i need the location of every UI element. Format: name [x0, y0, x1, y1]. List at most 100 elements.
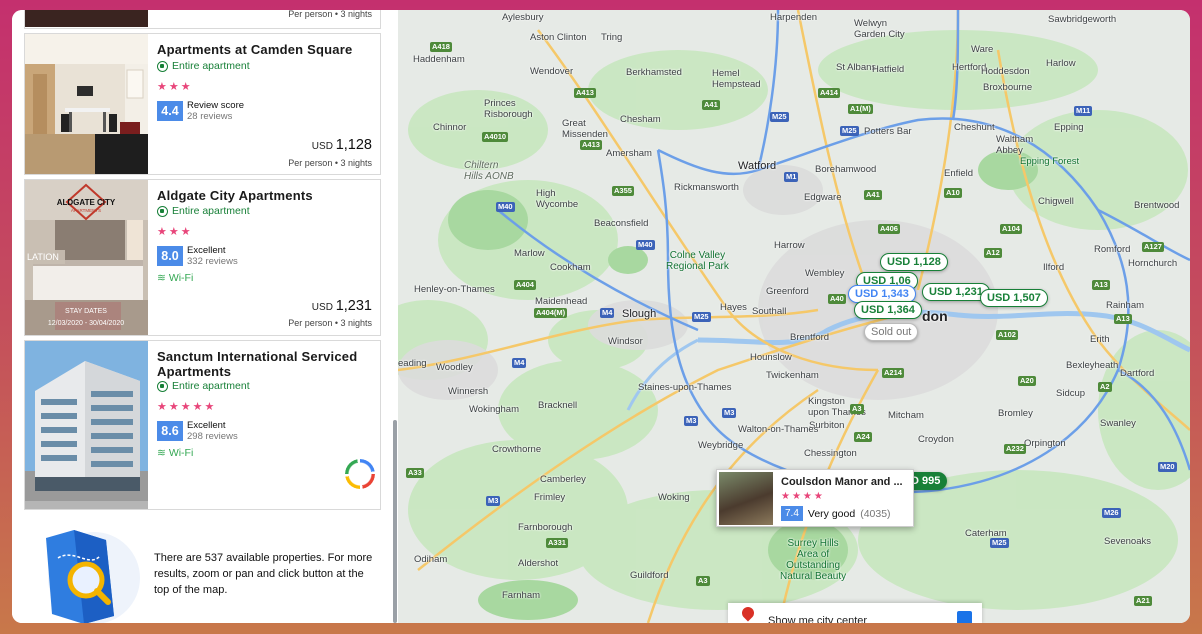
place-label: Haddenham	[413, 54, 465, 65]
place-label: Chigwell	[1038, 196, 1074, 207]
place-label: Farnborough	[518, 522, 573, 533]
place-label: Rainham	[1106, 300, 1145, 311]
city-center-checkbox[interactable]	[957, 611, 972, 623]
amenity-wifi: ≋ Wi-Fi	[157, 272, 193, 284]
price: USD 1,128	[312, 137, 372, 153]
road-shield: A355	[612, 186, 634, 196]
property-photo: ALDGATE CITY APARTMENTS LATION STAY DATE…	[25, 180, 148, 335]
road-shield: A214	[882, 368, 904, 378]
place-label: High Wycombe	[536, 188, 579, 210]
property-name[interactable]: Apartments at Camden Square	[157, 42, 372, 57]
review-count: (4035)	[860, 507, 891, 520]
wifi-icon: ≋	[157, 447, 166, 459]
place-label: Epping	[1054, 122, 1084, 133]
place-label: Chiltern Hills AONB	[464, 160, 514, 182]
place-label: Aston Clinton	[530, 32, 587, 43]
place-label: Camberley	[540, 474, 586, 485]
photo-text-left: LATION	[27, 252, 59, 262]
place-label: Princes Risborough	[484, 98, 533, 120]
road-shield: A41	[864, 190, 882, 200]
review-score: 7.4 Very good (4035)	[781, 506, 891, 521]
place-label: Wokingham	[469, 404, 519, 415]
road-shield: A24	[854, 432, 872, 442]
place-label: Watford	[738, 160, 777, 172]
price-pin-1507[interactable]: USD 1,507	[980, 289, 1048, 307]
place-label: Hayes	[720, 302, 747, 313]
road-shield: A13	[1092, 280, 1110, 290]
place-label: Swanley	[1100, 418, 1136, 429]
road-shield: A331	[546, 538, 568, 548]
apartment-icon	[157, 205, 168, 217]
price-pin-1128[interactable]: USD 1,128	[880, 253, 948, 271]
road-shield: A404	[514, 280, 536, 290]
property-card-sanctum[interactable]: Sanctum International Serviced Apartment…	[24, 340, 381, 510]
property-popup[interactable]: Coulsdon Manor and ... ★★★★ 7.4 Very goo…	[716, 469, 914, 527]
place-label: Wendover	[530, 66, 574, 77]
property-card-camden-square[interactable]: Apartments at Camden Square Entire apart…	[24, 33, 381, 175]
property-name[interactable]: Sanctum International Serviced Apartment…	[157, 349, 372, 379]
property-type: Entire apartment	[157, 205, 250, 217]
photo-stay-dates-title: STAY DATES	[65, 308, 107, 315]
place-label: Aldershot	[518, 558, 559, 569]
place-label: Bracknell	[538, 400, 578, 411]
place-label: Windsor	[608, 336, 643, 347]
city-center-label: Show me city center	[768, 615, 868, 623]
property-card-aldgate-city[interactable]: ALDGATE CITY APARTMENTS LATION STAY DATE…	[24, 179, 381, 336]
property-name[interactable]: Coulsdon Manor and ...	[781, 476, 911, 488]
place-label: Dartford	[1120, 368, 1155, 379]
road-shield: M11	[1074, 106, 1093, 116]
road-shield: A413	[580, 140, 602, 150]
place-label: Hemel Hempstead	[712, 68, 761, 90]
place-label: Surrey Hills Area of Outstanding Natural…	[780, 538, 847, 582]
road-shield: M40	[496, 202, 515, 212]
property-name[interactable]: Aldgate City Apartments	[157, 188, 372, 203]
per-person-note: Per person • 3 nights	[288, 158, 372, 168]
road-shield: M20	[1158, 462, 1177, 472]
place-label: Chessington	[804, 448, 857, 459]
place-label: Chesham	[620, 114, 661, 125]
apartment-icon	[157, 60, 168, 72]
road-shield: A3	[850, 404, 864, 414]
road-shield: A413	[574, 88, 596, 98]
road-shield: A127	[1142, 242, 1164, 252]
map-search-illustration-icon	[34, 528, 144, 623]
place-label: Hounslow	[750, 352, 792, 363]
place-label: Bromley	[998, 408, 1033, 419]
road-shield: M25	[770, 112, 789, 122]
price-pin-1364[interactable]: USD 1,364	[854, 301, 922, 319]
place-label: Hoddesdon	[981, 66, 1030, 77]
property-photo	[719, 472, 773, 525]
city-center-toggle[interactable]: Show me city center	[728, 603, 982, 623]
place-label: Frimley	[534, 492, 566, 503]
price-pin-sold-out[interactable]: Sold out	[864, 323, 919, 341]
road-shield: A414	[818, 88, 840, 98]
place-label: Waltham Abbey	[996, 134, 1034, 156]
road-shield: M25	[840, 126, 859, 136]
place-label: Greenford	[766, 286, 809, 297]
score-label: Review score	[187, 100, 245, 111]
property-card-partial[interactable]: Per person • 3 nights	[24, 10, 381, 29]
place-label: Cookham	[550, 262, 591, 273]
place-label: Sevenoaks	[1104, 536, 1152, 547]
property-type: Entire apartment	[157, 380, 250, 392]
review-count: 298 reviews	[187, 431, 238, 442]
place-label: Southall	[752, 306, 787, 317]
review-count: 332 reviews	[187, 256, 238, 267]
property-list: Per person • 3 nights Apartments at Camd…	[12, 10, 398, 623]
place-label: Brentwood	[1134, 200, 1180, 211]
place-label: Sidcup	[1056, 388, 1086, 399]
road-shield: M1	[784, 172, 799, 182]
place-label: Hornchurch	[1128, 258, 1178, 269]
place-label: Cheshunt	[954, 122, 995, 133]
availability-info: There are 537 available properties. For …	[24, 520, 381, 623]
place-label: Broxbourne	[983, 82, 1033, 93]
review-score: 8.6 Excellent 298 reviews	[157, 420, 238, 442]
place-label: Rickmansworth	[674, 182, 739, 193]
place-label: Tring	[601, 32, 623, 43]
map-view[interactable]: Aylesbury Harpenden Welwyn Garden City W…	[398, 10, 1190, 623]
road-shield: M25	[692, 312, 711, 322]
property-photo	[25, 341, 148, 509]
list-scrollbar[interactable]	[393, 420, 397, 623]
property-type-label: Entire apartment	[172, 205, 250, 217]
road-shield: M26	[1102, 508, 1121, 518]
